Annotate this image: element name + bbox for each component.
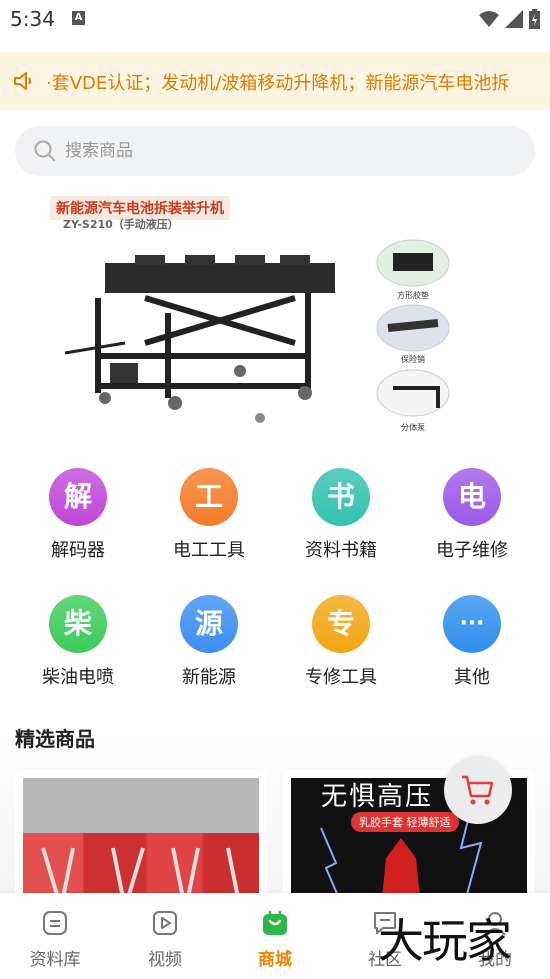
category-icon: 书 <box>312 468 370 526</box>
cart-button[interactable] <box>444 756 512 824</box>
category-item[interactable]: 工电工工具 <box>154 468 264 578</box>
search-bar[interactable] <box>15 126 535 176</box>
section-title: 精选商品 <box>15 727 95 751</box>
category-label: 柴油电喷 <box>42 667 114 688</box>
category-icon: 源 <box>180 595 238 653</box>
nav-item-shop[interactable]: 商城 <box>220 893 330 979</box>
search-icon <box>34 140 55 161</box>
category-label: 电工工具 <box>173 540 245 561</box>
category-label: 资料书籍 <box>305 540 377 561</box>
notification-icon: A <box>72 11 85 25</box>
battery-icon <box>529 9 540 29</box>
category-icon: ··· <box>443 595 501 653</box>
video-icon <box>153 911 177 935</box>
category-item[interactable]: 柴柴油电喷 <box>23 595 133 705</box>
carousel-indicator[interactable] <box>255 413 265 423</box>
nav-label: 商城 <box>258 950 292 970</box>
detail-images <box>376 239 450 417</box>
category-item[interactable]: 解解码器 <box>23 468 133 578</box>
category-icon: 电 <box>443 468 501 526</box>
speaker-icon <box>14 72 31 90</box>
category-label: 其他 <box>454 667 490 688</box>
product-card[interactable] <box>15 770 267 910</box>
category-label: 解码器 <box>51 540 105 561</box>
category-label: 新能源 <box>182 667 236 688</box>
notice-text: ·套VDE认证；发动机/波箱移动升降机；新能源汽车电池拆 <box>46 73 510 94</box>
status-time: 5:34 <box>10 7 55 31</box>
detail-label: 方形胶垫 <box>397 291 429 300</box>
category-icon: 柴 <box>49 595 107 653</box>
category-icon: 解 <box>49 468 107 526</box>
nav-item-library[interactable]: 资料库 <box>0 893 110 979</box>
category-item[interactable]: 电电子维修 <box>417 468 527 578</box>
product-tag: 乳胶手套 轻薄舒适 <box>351 812 459 832</box>
category-item[interactable]: 专专修工具 <box>286 595 396 705</box>
search-input[interactable] <box>65 126 505 176</box>
category-label: 专修工具 <box>305 667 377 688</box>
category-label: 电子维修 <box>436 540 508 561</box>
status-icons <box>479 9 540 29</box>
category-item[interactable]: 书资料书籍 <box>286 468 396 578</box>
notice-bar[interactable]: ·套VDE认证；发动机/波箱移动升降机；新能源汽车电池拆 <box>0 52 550 110</box>
category-item[interactable]: ··· 其他 <box>417 595 527 705</box>
nav-item-video[interactable]: 视频 <box>110 893 220 979</box>
detail-label: 保险销 <box>401 355 425 364</box>
product-headline: 无惧高压 <box>321 782 434 812</box>
watermark-logo: 大玩家 <box>378 914 512 968</box>
wifi-icon <box>479 11 499 27</box>
promo-banner[interactable]: 新能源汽车电池拆装举升机 ZY-S210（手动液压） 方形胶垫 保险销 分体泵 <box>15 188 535 433</box>
signal-icon <box>505 10 523 28</box>
detail-label: 分体泵 <box>401 423 425 432</box>
product-image <box>23 778 259 908</box>
category-item[interactable]: 源新能源 <box>154 595 264 705</box>
nav-label: 视频 <box>148 950 182 970</box>
shopping-bag-icon <box>263 910 287 935</box>
category-icon: 工 <box>180 468 238 526</box>
banner-subtitle: ZY-S210（手动液压） <box>63 218 179 231</box>
document-icon <box>43 911 67 935</box>
category-icon: 专 <box>312 595 370 653</box>
status-bar: 5:34 A <box>0 0 550 40</box>
nav-label: 资料库 <box>29 950 81 970</box>
lift-machine-image <box>64 255 335 410</box>
cart-icon <box>462 775 494 805</box>
